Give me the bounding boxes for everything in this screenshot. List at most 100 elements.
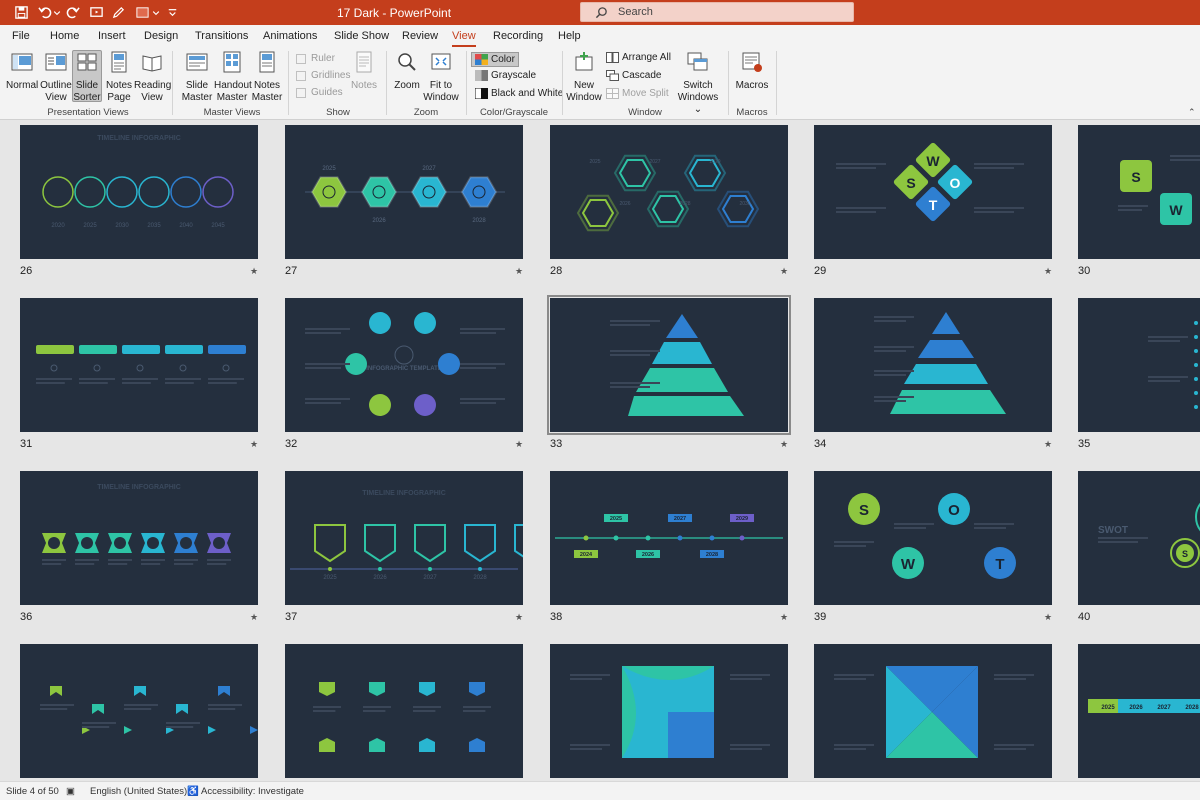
transition-star-icon[interactable]: ★ [1044,439,1052,450]
spell-check-icon[interactable]: ▣ [66,786,75,797]
macros-button[interactable]: Macros [734,51,770,92]
slide-thumbnail[interactable] [814,644,1052,778]
zoom-label: Zoom [413,107,439,118]
slide-thumbnail[interactable]: 2024 2025 2026 2027 2028 2029 [550,471,788,605]
slide-label: 2028 [473,575,487,581]
present-icon[interactable] [87,4,105,21]
ribbon-separator [728,51,729,115]
outline-view-icon [45,53,67,71]
slide-number: 39 [814,611,827,623]
slide-thumbnail[interactable] [547,295,791,435]
slide-preview [570,666,770,758]
slide-thumbnail[interactable]: INFOGRAPHIC TEMPLATE [285,298,523,432]
move-split-button[interactable]: Move Split [606,88,669,99]
shape-icon[interactable] [133,4,151,21]
pen-icon[interactable] [109,4,127,21]
redo-icon[interactable] [63,4,81,21]
tab-design[interactable]: Design [144,30,178,42]
guides-checkbox[interactable]: Guides [296,87,343,98]
notes-page-button[interactable]: Notes Page [104,51,134,104]
transition-star-icon[interactable]: ★ [780,612,788,623]
transition-star-icon[interactable]: ★ [250,612,258,623]
tab-view[interactable]: View [452,30,476,47]
slide-thumbnail[interactable]: 2025 2026 2027 2028 2029 2030 [550,125,788,259]
slide-thumbnail[interactable]: TIMELINE INFOGRAPHIC 2020 2025 2030 2035 2040… [20,125,258,259]
transition-star-icon[interactable]: ★ [780,266,788,277]
arrange-all-button[interactable]: Arrange All [606,52,671,63]
slide-thumbnail[interactable] [550,644,788,778]
slide-sorter-button[interactable]: Slide Sorter [72,50,102,103]
notes-master-button[interactable]: Notes Master [251,51,283,104]
slide-thumbnail[interactable] [814,298,1052,432]
ruler-checkbox[interactable]: Ruler [296,53,335,64]
shape-dropdown-icon[interactable] [151,4,161,21]
slide-label: S [859,502,869,519]
fit-to-window-button[interactable]: Fit to Window [422,51,460,104]
slide-thumbnail[interactable] [20,644,258,778]
ribbon-tabs: File Home Insert Design Transitions Anim… [0,25,1200,47]
slide-thumbnail[interactable] [285,644,523,778]
slide-thumbnail[interactable]: SW [1078,125,1200,259]
slide-preview: 2025 2026 2027 2028 [305,166,505,224]
slide-thumbnail[interactable]: TIMELINE INFOGRAPHIC20252026202720282029 [285,471,523,605]
tab-home[interactable]: Home [50,30,79,42]
slide-preview: 2025 2026 2027 2028 2029 2030 [576,154,760,232]
transition-star-icon[interactable]: ★ [1044,266,1052,277]
slide-master-button[interactable]: Slide Master [180,51,214,104]
accessibility-status[interactable]: Accessibility: Investigate [201,786,304,797]
collapse-ribbon-icon[interactable]: ⌃ [1188,107,1196,118]
slide-label: 2035 [147,223,161,229]
search-box[interactable]: Search [580,2,854,22]
transition-star-icon[interactable]: ★ [515,612,523,623]
slide-label: 2027 [423,575,437,581]
tab-slide-show[interactable]: Slide Show [334,30,389,42]
slide-label: 2025 [323,575,337,581]
tab-animations[interactable]: Animations [263,30,317,42]
undo-dropdown-icon[interactable] [52,4,62,21]
transition-star-icon[interactable]: ★ [1044,612,1052,623]
switch-windows-icon [687,52,708,71]
accessibility-icon[interactable]: ♿ [187,786,199,797]
slide-thumbnail[interactable]: WS OT [814,125,1052,259]
tab-insert[interactable]: Insert [98,30,126,42]
transition-star-icon[interactable]: ★ [515,266,523,277]
notes-page-icon [111,51,127,73]
tab-recording[interactable]: Recording [493,30,543,42]
slide-thumbnail[interactable]: TIMELINE INFOGRAPHIC [20,471,258,605]
slide-preview: TIMELINE INFOGRAPHIC [42,484,231,565]
transition-star-icon[interactable]: ★ [250,439,258,450]
black-and-white-button[interactable]: Black and White [475,88,563,99]
color-button[interactable]: Color [471,52,519,67]
outline-view-button[interactable]: Outline View [40,51,72,104]
slide-number: 36 [20,611,33,623]
notes-button[interactable]: Notes [350,51,378,92]
new-window-button[interactable]: New Window [566,51,602,104]
tab-review[interactable]: Review [402,30,438,42]
transition-star-icon[interactable]: ★ [250,266,258,277]
customize-icon[interactable] [163,4,181,21]
reading-view-button[interactable]: Reading View [134,51,171,104]
slide-label: 2028 [1185,705,1199,711]
slide-thumbnail[interactable]: 20202030 [1078,298,1200,432]
slide-label: 2027 [1157,705,1171,711]
tab-help[interactable]: Help [558,30,581,42]
tab-transitions[interactable]: Transitions [195,30,248,42]
slide-thumbnail[interactable]: S O W T [814,471,1052,605]
slide-label: 2026 [373,575,387,581]
slide-label: 2027 [422,166,436,172]
handout-master-button[interactable]: Handout Master [214,51,252,104]
slide-thumbnail[interactable] [20,298,258,432]
zoom-button[interactable]: Zoom [392,51,422,92]
transition-star-icon[interactable]: ★ [780,439,788,450]
grayscale-button[interactable]: Grayscale [475,70,536,81]
save-icon[interactable] [12,4,30,21]
slide-thumbnail[interactable]: SWOT S [1078,471,1200,605]
cascade-button[interactable]: Cascade [606,70,661,81]
tab-file[interactable]: File [12,30,30,42]
slide-thumbnail[interactable]: 2025 2026 2027 2028 [285,125,523,259]
slide-thumbnail[interactable]: TIMELINE IN2025202620272028 [1078,644,1200,778]
language-indicator[interactable]: English (United States) [90,786,187,797]
normal-view-button[interactable]: Normal [6,51,38,92]
transition-star-icon[interactable]: ★ [515,439,523,450]
gridlines-checkbox[interactable]: Gridlines [296,70,350,81]
